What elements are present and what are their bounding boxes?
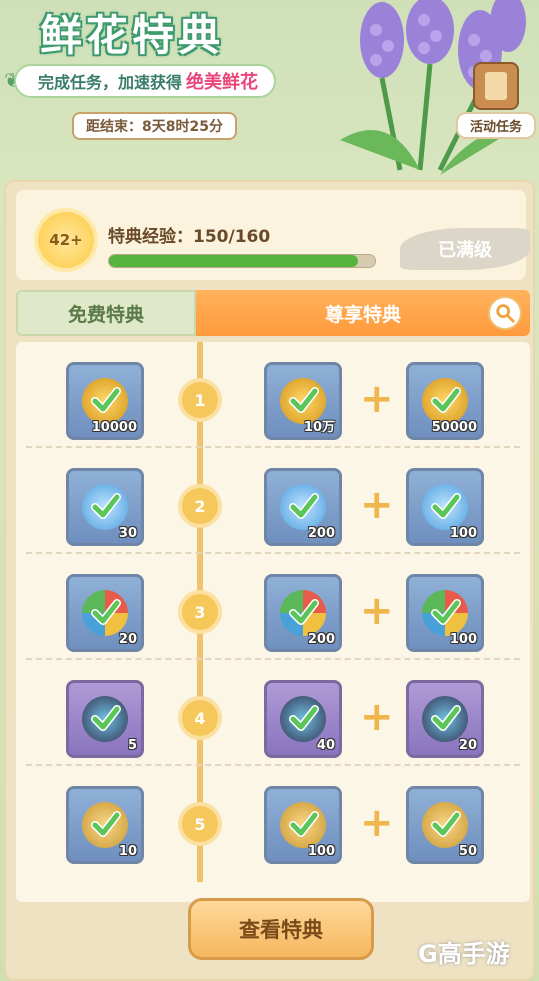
reward-count: 100 <box>449 526 477 541</box>
activity-task-button[interactable]: 活动任务 <box>456 62 536 139</box>
watermark: G高手游 <box>418 940 510 968</box>
checkmark-icon <box>431 599 461 625</box>
reward-item[interactable]: 10000 <box>66 362 144 440</box>
reward-row: 20 3 200 +100 <box>16 554 530 660</box>
exp-label: 特典经验：150/160 <box>108 227 271 247</box>
maxed-badge: 已满级 <box>400 228 530 270</box>
reward-row: 30 2 200 +100 <box>16 448 530 554</box>
checkmark-icon <box>289 599 319 625</box>
level-node: 2 <box>182 488 218 524</box>
level-node: 4 <box>182 700 218 736</box>
level-node: 1 <box>182 382 218 418</box>
level-node: 5 <box>182 806 218 842</box>
reward-item[interactable]: 10万 <box>264 362 342 440</box>
checkmark-icon <box>431 811 461 837</box>
view-privilege-button[interactable]: 查看特典 <box>188 898 374 960</box>
reward-item[interactable]: 50 <box>406 786 484 864</box>
exp-progress-bar <box>108 254 376 268</box>
countdown-timer: 距结束：8天8时25分 <box>72 112 237 140</box>
checkmark-icon <box>431 705 461 731</box>
exp-progress-fill <box>109 255 359 267</box>
checkmark-icon <box>289 705 319 731</box>
reward-count: 10万 <box>303 420 335 435</box>
reward-item[interactable]: 200 <box>264 574 342 652</box>
reward-count: 50 <box>458 844 477 859</box>
checkmark-icon <box>431 493 461 519</box>
page-title: 鲜花特典 <box>40 11 225 60</box>
level-badge: 42+ <box>38 212 94 268</box>
reward-row: 10 5 100 +50 <box>16 766 530 872</box>
reward-count: 10 <box>118 844 137 859</box>
reward-count: 40 <box>316 738 335 753</box>
reward-count: 200 <box>307 526 335 541</box>
rewards-panel: 42+ 特典经验：150/160 已满级 免费特典 尊享特典 10000 1 10万… <box>4 180 535 981</box>
reward-item[interactable]: 100 <box>406 468 484 546</box>
plus-icon: + <box>360 482 394 528</box>
activity-task-label: 活动任务 <box>456 112 536 139</box>
checkmark-icon <box>91 493 121 519</box>
checkmark-icon <box>289 493 319 519</box>
reward-count: 50000 <box>431 420 477 435</box>
checkmark-icon <box>91 811 121 837</box>
checkmark-icon <box>289 387 319 413</box>
tab-bar: 免费特典 尊享特典 <box>16 290 530 336</box>
tab-vip[interactable]: 尊享特典 <box>196 290 530 336</box>
reward-row: 10000 1 10万 +50000 <box>16 342 530 448</box>
subtitle-highlight: 绝美鲜花 <box>186 72 259 93</box>
reward-item[interactable]: 50000 <box>406 362 484 440</box>
reward-item[interactable]: 200 <box>264 468 342 546</box>
reward-item[interactable]: 10 <box>66 786 144 864</box>
checkmark-icon <box>91 387 121 413</box>
plus-icon: + <box>360 376 394 422</box>
level-node: 3 <box>182 594 218 630</box>
reward-count: 10000 <box>91 420 137 435</box>
reward-count: 20 <box>118 632 137 647</box>
plus-icon: + <box>360 694 394 740</box>
reward-list: 10000 1 10万 +50000 30 2 200 +100 20 3 200 +100 5 4 40 +… <box>16 342 530 902</box>
search-icon[interactable] <box>488 296 522 330</box>
checkmark-icon <box>91 599 121 625</box>
subtitle-text: 完成任务，加速获得 <box>38 73 183 92</box>
exp-area: 42+ 特典经验：150/160 已满级 <box>16 190 530 280</box>
subtitle-banner: 完成任务，加速获得 绝美鲜花 <box>14 64 277 98</box>
reward-count: 200 <box>307 632 335 647</box>
reward-item[interactable]: 100 <box>264 786 342 864</box>
reward-count: 30 <box>118 526 137 541</box>
checkmark-icon <box>289 811 319 837</box>
reward-count: 20 <box>458 738 477 753</box>
header: 鲜花特典 ❦ 完成任务，加速获得 绝美鲜花 距结束：8天8时25分 活动任务 <box>0 0 539 190</box>
plus-icon: + <box>360 588 394 634</box>
tab-vip-label: 尊享特典 <box>324 303 401 326</box>
reward-item[interactable]: 30 <box>66 468 144 546</box>
reward-item[interactable]: 20 <box>406 680 484 758</box>
reward-item[interactable]: 40 <box>264 680 342 758</box>
reward-item[interactable]: 100 <box>406 574 484 652</box>
reward-item[interactable]: 5 <box>66 680 144 758</box>
tab-free[interactable]: 免费特典 <box>16 290 196 336</box>
reward-count: 100 <box>449 632 477 647</box>
reward-count: 100 <box>307 844 335 859</box>
checkmark-icon <box>91 705 121 731</box>
checkmark-icon <box>431 387 461 413</box>
reward-item[interactable]: 20 <box>66 574 144 652</box>
reward-count: 5 <box>127 738 137 753</box>
plus-icon: + <box>360 800 394 846</box>
reward-row: 5 4 40 +20 <box>16 660 530 766</box>
notebook-icon <box>473 62 519 110</box>
